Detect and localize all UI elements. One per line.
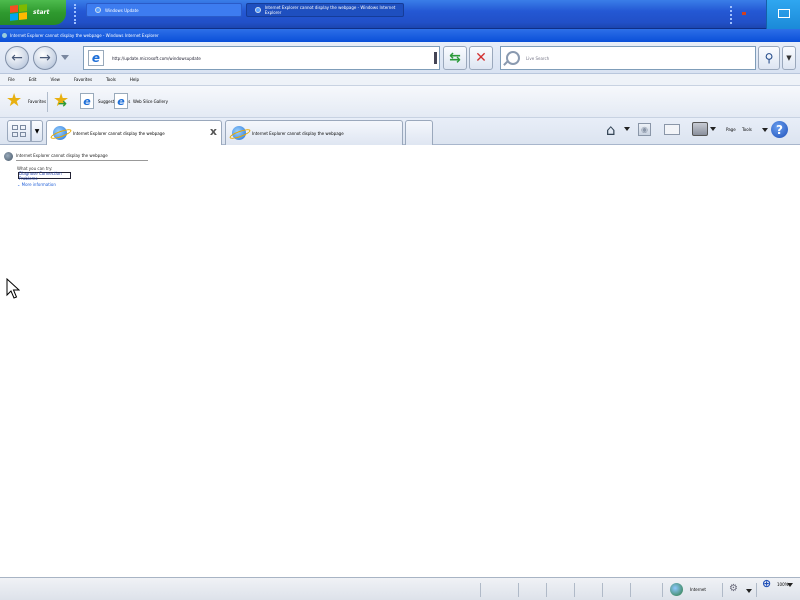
status-separator [722,583,723,597]
tab-label: Internet Explorer cannot display the web… [73,130,165,136]
new-tab-button[interactable] [405,120,433,145]
search-icon [506,51,520,65]
taskbar-button-ie[interactable]: Internet Explorer cannot display the web… [246,3,404,17]
status-bar: Internet ⚙ [0,577,800,600]
chevron-down-icon: ▼ [786,54,792,62]
stop-button[interactable]: ✕ [469,46,493,70]
print-dropdown[interactable] [710,127,716,131]
search-box[interactable]: Live Search [500,46,756,70]
ie-icon [232,126,246,140]
search-button[interactable]: ⚲ [758,46,780,70]
system-tray [766,0,800,29]
page-content: Internet Explorer cannot display the web… [0,146,800,577]
tools-menu-button[interactable]: Tools [742,127,752,132]
tray-separator [730,6,732,24]
window-titlebar: Internet Explorer cannot display the web… [0,29,800,42]
protected-mode-icon[interactable]: ⚙ [729,583,743,596]
read-mail-icon[interactable] [664,124,680,135]
favorites-button-label[interactable]: Favorites [28,99,46,104]
forward-arrow-icon: → [39,50,51,66]
status-separator [602,583,603,597]
status-separator [630,583,631,597]
favorites-bar: ★ Favorites ★ e Suggested Sites e Web Sl… [0,86,800,118]
ie-icon [2,33,7,38]
tray-alert-icon[interactable] [742,12,746,15]
error-divider [16,160,148,161]
status-separator [546,583,547,597]
web-slice-gallery-icon[interactable]: e [114,93,128,109]
security-zone-label: Internet [690,587,706,592]
page-menu-button[interactable]: Page [726,127,736,132]
menu-file[interactable]: File [8,74,15,85]
menu-favorites[interactable]: Favorites [74,74,92,85]
tab-active[interactable]: Internet Explorer cannot display the web… [46,120,222,145]
address-url[interactable]: http://update.microsoft.com/windowsupdat… [112,56,201,61]
suggested-sites-icon[interactable]: e [80,93,94,109]
add-to-favorites-bar-icon[interactable]: ★ [53,92,69,114]
ie-icon [53,126,67,140]
internet-zone-globe-icon [670,583,683,596]
search-icon: ⚲ [764,51,774,65]
more-information-link[interactable]: More information [17,182,56,187]
print-icon[interactable] [692,122,708,136]
stop-icon: ✕ [475,50,487,66]
menu-bar: File Edit View Favorites Tools Help [0,74,800,86]
status-separator [480,583,481,597]
status-separator [518,583,519,597]
close-tab-icon[interactable]: x [210,125,217,138]
favorites-separator [47,92,48,112]
back-button[interactable]: ← [5,46,29,70]
error-globe-icon [4,152,13,161]
feeds-icon[interactable]: ◉ [638,123,651,136]
search-input[interactable]: Live Search [526,56,549,61]
help-icon[interactable]: ? [771,121,788,138]
status-separator [662,583,663,597]
quick-tabs-button[interactable] [7,120,31,142]
error-title: Internet Explorer cannot display the web… [16,153,108,158]
menu-help[interactable]: Help [130,74,139,85]
favorites-link-web-slice-gallery[interactable]: Web Slice Gallery [133,99,168,104]
home-icon[interactable]: ⌂ [606,121,622,139]
status-separator [756,583,757,597]
forward-button[interactable]: → [33,46,57,70]
taskbar-button-label: Internet Explorer cannot display the web… [264,5,396,15]
tab-label: Internet Explorer cannot display the web… [252,130,344,136]
chevron-down-icon: ▼ [34,127,40,135]
address-dropdown[interactable] [434,52,437,64]
windows-logo-icon [10,4,27,21]
tab-inactive[interactable]: Internet Explorer cannot display the web… [225,120,403,145]
taskbar-button-windows-update[interactable]: Windows Update [86,3,242,17]
zoom-dropdown[interactable] [787,583,793,587]
protected-mode-dropdown[interactable] [746,589,752,593]
recent-pages-dropdown[interactable] [61,55,69,60]
tab-list-dropdown[interactable]: ▼ [31,120,43,142]
menu-tools[interactable]: Tools [106,74,116,85]
taskbar-button-label: Windows Update [105,7,139,13]
show-desktop-icon[interactable] [778,9,790,18]
navigation-bar: ← → e http://update.microsoft.com/window… [0,42,800,74]
menu-edit[interactable]: Edit [29,74,37,85]
search-options-dropdown[interactable]: ▼ [782,46,796,70]
tab-bar: ▼ Internet Explorer cannot display the w… [0,118,800,145]
home-dropdown[interactable] [624,127,630,131]
page-ie-icon: e [88,50,104,66]
quicklaunch-separator [74,4,76,24]
refresh-icon: ⇆ [449,50,461,66]
diagnose-connection-button[interactable]: Diagnose Connection Problems [18,171,71,181]
start-label: start [33,9,50,16]
back-arrow-icon: ← [11,50,23,66]
refresh-button[interactable]: ⇆ [443,46,467,70]
mouse-cursor-icon [6,278,20,299]
address-bar[interactable]: e http://update.microsoft.com/windowsupd… [83,46,440,70]
menu-view[interactable]: View [50,74,60,85]
tools-dropdown[interactable] [762,128,768,132]
window-title: Internet Explorer cannot display the web… [10,33,159,38]
taskbar: start Windows Update Internet Explorer c… [0,0,800,29]
favorites-star-icon[interactable]: ★ [6,92,22,110]
ie-icon [255,7,261,13]
status-separator [574,583,575,597]
ie-icon [95,7,101,13]
zoom-icon[interactable]: ⊕ [762,577,771,590]
start-button[interactable]: start [0,0,66,25]
